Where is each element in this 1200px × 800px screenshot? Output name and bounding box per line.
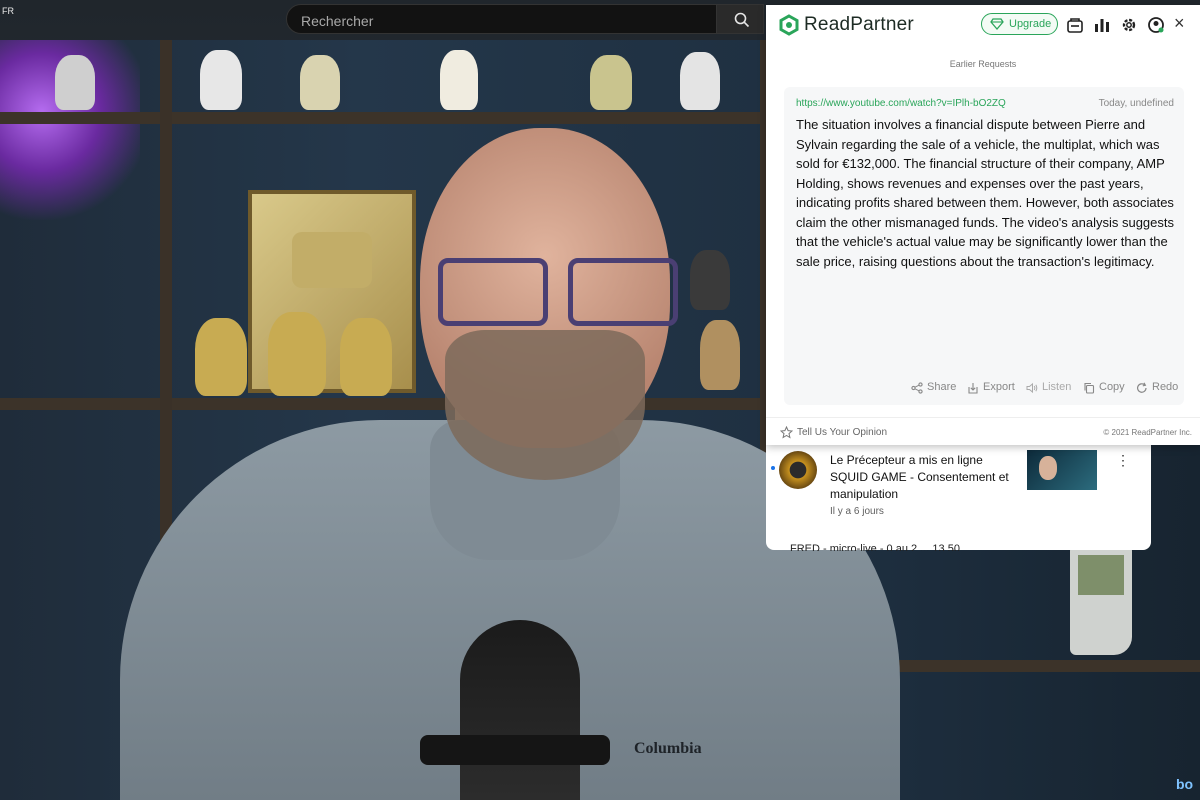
summary-actions: Share Export Listen Copy Redo xyxy=(784,381,1184,397)
notification-title-next[interactable]: FRED - micro-live - 0 au 2 ... 13 50 xyxy=(790,543,1020,551)
readpartner-panel: ReadPartner Upgrade × Earlier Requests h… xyxy=(766,5,1200,445)
monkey-statue xyxy=(195,318,247,396)
upgrade-button[interactable]: Upgrade xyxy=(981,13,1058,35)
star-icon xyxy=(780,426,793,439)
figurine xyxy=(590,55,632,110)
monkey-statue xyxy=(268,312,326,396)
close-icon[interactable]: × xyxy=(1174,13,1185,34)
gear-icon[interactable] xyxy=(1120,16,1138,34)
figurine xyxy=(690,250,730,310)
microphone xyxy=(460,620,580,800)
export-icon xyxy=(968,383,978,394)
search-icon xyxy=(734,12,750,28)
unread-dot xyxy=(771,466,775,470)
copy-icon xyxy=(1084,382,1095,394)
figurine xyxy=(700,320,740,390)
summary-text: The situation involves a financial dispu… xyxy=(796,117,1174,269)
figurine xyxy=(680,52,720,110)
share-icon xyxy=(911,382,923,394)
panel-footer: Tell Us Your Opinion © 2021 ReadPartner … xyxy=(766,417,1200,446)
channel-avatar[interactable] xyxy=(779,451,817,489)
microphone-mount xyxy=(420,735,610,765)
redo-icon xyxy=(1137,382,1147,393)
diamond-icon xyxy=(990,18,1004,30)
more-options-icon[interactable]: ⋮ xyxy=(1116,452,1130,469)
feedback-label: Tell Us Your Opinion xyxy=(797,427,888,438)
copyright-text: © 2021 ReadPartner Inc. xyxy=(1103,428,1192,437)
game-console xyxy=(1070,545,1132,655)
summary-date: Today, undefined xyxy=(1098,98,1174,109)
readpartner-logo-icon xyxy=(779,14,799,36)
shelf-right xyxy=(880,660,1200,672)
panel-header: ReadPartner Upgrade × xyxy=(766,5,1200,45)
shirt-logo: Columbia xyxy=(634,740,702,757)
stats-icon[interactable] xyxy=(1093,16,1111,34)
export-label: Export xyxy=(983,381,1015,393)
search-button[interactable] xyxy=(716,4,764,34)
speaker-icon xyxy=(1026,382,1038,394)
upgrade-label: Upgrade xyxy=(1009,18,1052,30)
figurine xyxy=(300,55,340,110)
notification-time: Il y a 6 jours xyxy=(830,506,884,517)
search-box[interactable] xyxy=(286,4,764,34)
earlier-requests-link[interactable]: Earlier Requests xyxy=(766,59,1200,69)
language-badge: FR xyxy=(2,6,14,16)
person-glasses xyxy=(438,258,678,326)
notification-title[interactable]: Le Précepteur a mis en ligne SQUID GAME … xyxy=(830,452,1020,503)
figurine xyxy=(55,55,95,110)
figurine xyxy=(440,50,478,110)
shelf-middle xyxy=(0,398,765,410)
account-icon[interactable] xyxy=(1147,16,1165,34)
video-thumbnail[interactable] xyxy=(1027,450,1097,490)
copy-label: Copy xyxy=(1099,381,1125,393)
monkey-statue xyxy=(340,318,392,396)
share-label: Share xyxy=(927,381,957,393)
app-name: ReadPartner xyxy=(804,14,914,35)
person-beard xyxy=(445,330,645,480)
search-input[interactable] xyxy=(299,10,703,32)
corner-badge: bo xyxy=(1176,776,1194,792)
redo-label: Redo xyxy=(1152,381,1179,393)
shelf-top xyxy=(0,112,765,124)
figurine xyxy=(200,50,242,110)
summary-card: https://www.youtube.com/watch?v=IPlh-bO2… xyxy=(784,87,1184,405)
history-icon[interactable] xyxy=(1066,16,1084,34)
source-url[interactable]: https://www.youtube.com/watch?v=IPlh-bO2… xyxy=(796,98,1006,109)
listen-label: Listen xyxy=(1042,381,1072,393)
